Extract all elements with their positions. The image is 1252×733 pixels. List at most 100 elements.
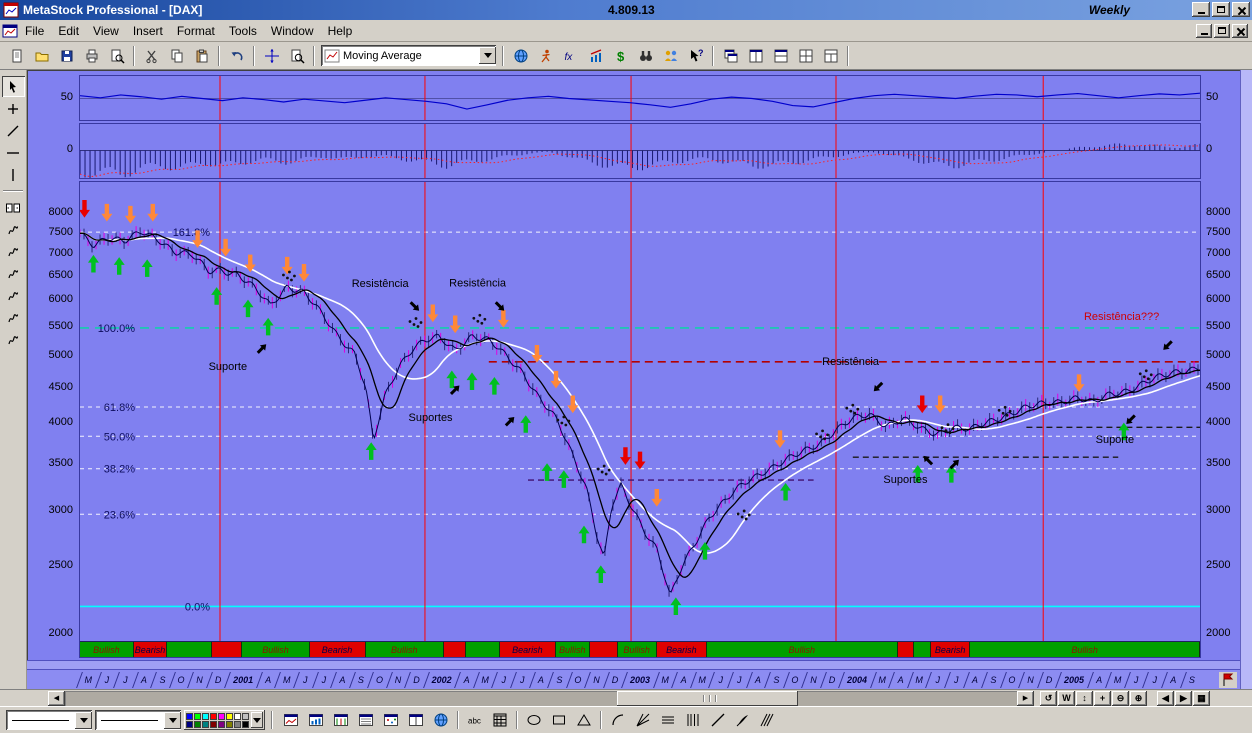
horizontal-line-tool[interactable] [2,142,25,163]
oscillator-plot[interactable] [79,75,1201,121]
gann-fan-tool-button[interactable] [631,710,655,731]
paste-button[interactable] [189,44,214,68]
collaboration-button[interactable] [658,44,683,68]
chart-window-3-button[interactable] [329,710,353,731]
color-swatch[interactable] [194,721,201,728]
expert-advisor-button[interactable] [508,44,533,68]
save-button[interactable] [54,44,79,68]
custom-study-tool-2[interactable] [2,241,25,262]
chart-window-5-button[interactable] [379,710,403,731]
rectangle-tool-button[interactable] [547,710,571,731]
color-swatch[interactable] [210,713,217,720]
web-online-button[interactable] [429,710,453,731]
menu-window[interactable]: Window [264,22,321,40]
hscroll-right-button[interactable]: ▶ [1017,691,1034,706]
close-button[interactable] [1232,2,1250,17]
color-swatch[interactable] [242,721,249,728]
mdi-close-button[interactable] [1232,24,1248,38]
color-swatch[interactable] [210,721,217,728]
zoom-in-button[interactable]: ⊕ [1130,691,1147,706]
refresh-button[interactable]: ↺ [1040,691,1057,706]
print-preview-button[interactable] [104,44,129,68]
arc-tool-button[interactable] [606,710,630,731]
menu-insert[interactable]: Insert [126,22,170,40]
minimize-button[interactable] [1192,2,1210,17]
zoom-out-button[interactable]: ⊖ [1112,691,1129,706]
vertical-fit-button[interactable]: ↕ [1076,691,1093,706]
undo-button[interactable] [224,44,249,68]
chart-window-2-button[interactable] [304,710,328,731]
chevron-down-icon[interactable] [479,47,496,64]
mdi-minimize-button[interactable] [1196,24,1212,38]
histogram-plot[interactable] [79,123,1201,179]
menu-help[interactable]: Help [321,22,360,40]
custom-study-tool-1[interactable] [2,219,25,240]
whats-this-help-button[interactable]: ? [683,44,708,68]
tile-grid-button[interactable] [793,44,818,68]
color-swatch[interactable] [202,721,209,728]
page-right-button[interactable]: ▶ [1175,691,1192,706]
color-swatch[interactable] [242,713,249,720]
ellipse-tool-button[interactable] [522,710,546,731]
menu-format[interactable]: Format [170,22,222,40]
color-swatch[interactable] [218,713,225,720]
page-left-button[interactable]: ◀ [1157,691,1174,706]
options-analysis-button[interactable]: $ [608,44,633,68]
dropdown-arrow-icon[interactable] [164,712,181,729]
fib-time-zone-tool-button[interactable] [681,710,705,731]
color-swatch[interactable] [186,721,193,728]
line-weight-selector[interactable] [95,710,181,730]
dropdown-arrow-icon[interactable] [75,712,92,729]
scan-button[interactable] [633,44,658,68]
quote-grid-button[interactable] [488,710,512,731]
line-style-selector[interactable] [6,710,92,730]
color-swatch[interactable] [218,721,225,728]
mdi-restore-button[interactable] [1214,24,1230,38]
color-picker[interactable] [184,710,265,730]
hscroll-thumb[interactable] [617,691,798,706]
tile-view-button[interactable]: ▦ [1193,691,1210,706]
time-axis-properties-button[interactable] [1219,672,1237,688]
arrange-windows-button[interactable] [818,44,843,68]
tile-horizontal-button[interactable] [768,44,793,68]
chart-window-1-button[interactable] [279,710,303,731]
menu-edit[interactable]: Edit [51,22,86,40]
chart-window-4-button[interactable] [354,710,378,731]
cascade-windows-button[interactable] [718,44,743,68]
periodicity-weekly-button[interactable]: W [1058,691,1075,706]
text-note-tool-button[interactable]: abc [463,710,487,731]
zoom-view-button[interactable] [284,44,309,68]
color-swatch[interactable] [194,713,201,720]
restore-button[interactable] [1212,2,1230,17]
custom-study-tool-3[interactable] [2,263,25,284]
custom-study-tool-6[interactable] [2,329,25,350]
hscroll-track[interactable] [65,691,1017,706]
color-swatch[interactable] [202,713,209,720]
menu-file[interactable]: File [18,22,51,40]
chart-window-6-button[interactable] [404,710,428,731]
tile-vertical-button[interactable] [743,44,768,68]
speed-lines-tool-button[interactable] [656,710,680,731]
price-plot[interactable]: 161.8%100.0%61.8%50.0%38.2%23.6%0.0%Resi… [79,181,1201,658]
print-button[interactable] [79,44,104,68]
custom-study-tool-4[interactable] [2,285,25,306]
trendline-tool[interactable] [2,120,25,141]
pointer-mode-button[interactable] [259,44,284,68]
color-swatch[interactable] [226,721,233,728]
triangle-tool-button[interactable] [572,710,596,731]
explorer-button[interactable] [533,44,558,68]
indicator-selector[interactable]: Moving Average [321,45,496,66]
copy-button[interactable] [164,44,189,68]
color-swatch[interactable] [186,713,193,720]
menu-tools[interactable]: Tools [222,22,264,40]
new-button[interactable] [4,44,29,68]
split-pane-tool[interactable] [2,197,25,218]
color-swatch[interactable] [234,721,241,728]
vertical-scroll-strip[interactable] [1240,70,1252,689]
menu-view[interactable]: View [86,22,126,40]
crosshair-tool[interactable] [2,98,25,119]
pan-mode-button[interactable]: + [1094,691,1111,706]
cut-button[interactable] [139,44,164,68]
pointer-tool[interactable] [2,76,25,97]
custom-study-tool-5[interactable] [2,307,25,328]
